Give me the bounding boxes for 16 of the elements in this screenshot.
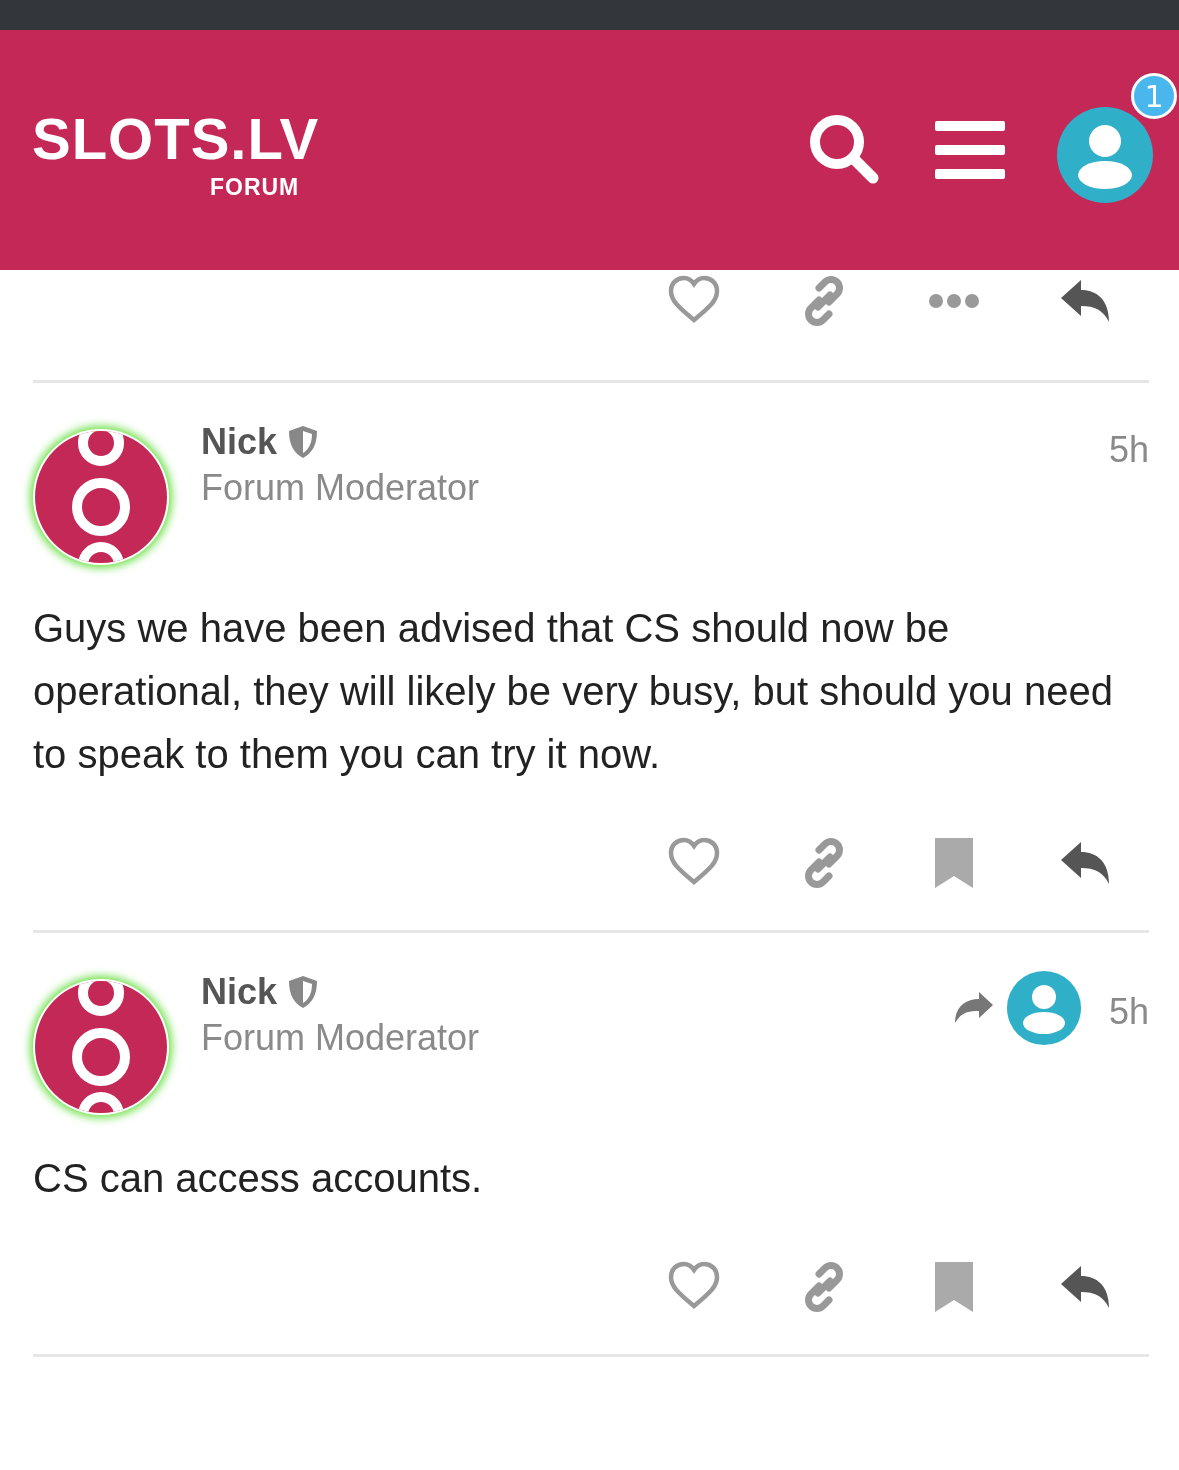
- post-text: CS can access accounts.: [33, 1155, 484, 1202]
- logo-subtitle: FORUM: [209, 173, 300, 201]
- menu-icon[interactable]: [935, 119, 1005, 181]
- user-avatar-icon[interactable]: [1006, 971, 1081, 1045]
- user-avatar-icon[interactable]: [1057, 107, 1153, 203]
- author-name[interactable]: Nick: [201, 421, 278, 463]
- avatar[interactable]: [33, 429, 169, 565]
- user-title: Forum Moderator: [201, 467, 480, 509]
- author-name[interactable]: Nick: [201, 971, 278, 1013]
- post-time[interactable]: 5h: [1108, 421, 1149, 471]
- post-time[interactable]: 5h: [1108, 983, 1149, 1033]
- post-text: Guys we have been advised that CS should now be operational, they will likely be very busy, but should you need to speak to them you can try it now.: [33, 605, 1114, 778]
- user-title: Forum Moderator: [201, 1017, 480, 1059]
- notification-badge: 1: [1131, 73, 1177, 119]
- avatar[interactable]: [33, 979, 169, 1115]
- logo[interactable]: SLOTS.LV: [32, 109, 320, 168]
